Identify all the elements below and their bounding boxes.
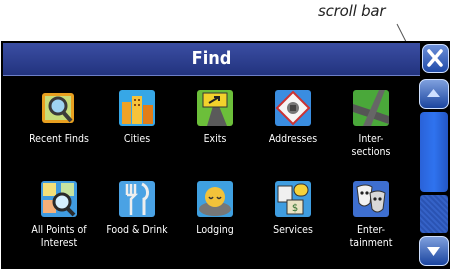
- category-label: Exits: [203, 133, 227, 145]
- recent-finds-icon: [42, 93, 74, 123]
- page-title: Find: [191, 48, 232, 69]
- scroll-thumb[interactable]: [420, 112, 448, 192]
- exits-icon: [197, 90, 233, 126]
- category-food-drink[interactable]: Food & Drink: [98, 174, 176, 266]
- scroll-down-button[interactable]: [419, 236, 449, 266]
- category-label: Enter- tainment: [349, 224, 393, 249]
- category-addresses[interactable]: Addresses: [254, 83, 332, 175]
- title-bar: Find: [3, 43, 420, 76]
- chevron-down-icon: [427, 247, 440, 256]
- category-label: Services: [273, 224, 313, 236]
- category-label: Cities: [123, 133, 151, 145]
- intersections-icon: [353, 90, 389, 126]
- lodging-icon: [197, 181, 233, 217]
- category-exits[interactable]: Exits: [176, 83, 254, 175]
- category-label: All Points of Interest: [31, 224, 87, 249]
- category-lodging[interactable]: Lodging: [176, 174, 254, 266]
- category-entertainment[interactable]: Enter- tainment: [332, 174, 410, 266]
- close-icon: [427, 49, 443, 67]
- close-button[interactable]: [422, 44, 449, 73]
- chevron-up-icon: [427, 89, 440, 97]
- scroll-track-remainder[interactable]: [420, 195, 448, 233]
- food-drink-icon: [119, 181, 155, 217]
- category-services[interactable]: $ Services: [254, 174, 332, 266]
- category-label: Recent Finds: [29, 133, 89, 145]
- category-intersections[interactable]: Inter- sections: [332, 83, 410, 175]
- category-label: Food & Drink: [106, 224, 168, 236]
- scroll-bar[interactable]: [418, 79, 450, 267]
- category-cities[interactable]: Cities: [98, 83, 176, 175]
- services-icon: $: [275, 181, 311, 217]
- category-label: Lodging: [196, 224, 234, 236]
- scroll-up-button[interactable]: [419, 79, 449, 109]
- category-points-of-interest[interactable]: All Points of Interest: [20, 174, 98, 266]
- addresses-icon: [275, 90, 311, 126]
- points-of-interest-icon: [41, 181, 77, 217]
- device-screen: Find Recent Finds Cities Exits Addresses…: [1, 41, 450, 269]
- category-recent-finds[interactable]: Recent Finds: [20, 83, 98, 175]
- svg-text:$: $: [292, 203, 298, 214]
- cities-icon: [119, 90, 155, 126]
- entertainment-icon: [353, 181, 389, 217]
- category-label: Inter- sections: [351, 133, 391, 158]
- category-label: Addresses: [268, 133, 318, 145]
